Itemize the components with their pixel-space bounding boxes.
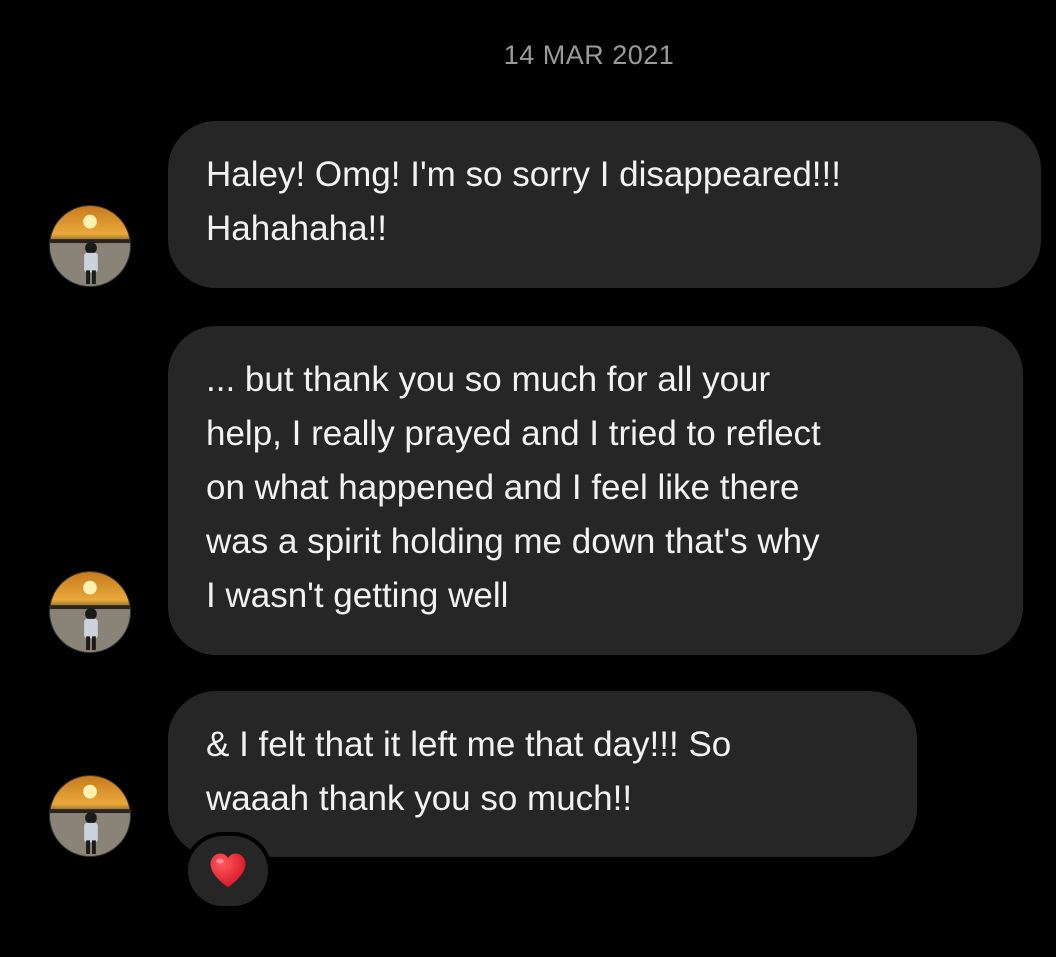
date-separator: 14 MAR 2021 <box>503 40 675 70</box>
message-text-line: waaah thank you so much!! <box>206 779 633 818</box>
message-bubble[interactable]: & I felt that it left me that day!!! So … <box>168 691 917 857</box>
message-text-line: was a spirit holding me down that's why <box>206 522 820 561</box>
sender-avatar[interactable] <box>49 775 131 857</box>
message-text-line: & I felt that it left me that day!!! So <box>206 725 732 764</box>
red-heart-icon <box>210 853 246 888</box>
sunset-profile-avatar-icon <box>50 776 130 856</box>
message-text-line: on what happened and I feel like there <box>206 468 800 507</box>
sender-avatar[interactable] <box>49 205 131 287</box>
message-text-line: Haley! Omg! I'm so sorry I disappeared!!… <box>206 155 841 194</box>
message-text-line: Hahahaha!! <box>206 209 387 248</box>
message-bubble[interactable]: ... but thank you so much for all your h… <box>168 326 1023 655</box>
heart-reaction[interactable] <box>184 832 272 910</box>
sunset-profile-avatar-icon <box>50 206 130 286</box>
sender-avatar[interactable] <box>49 571 131 653</box>
message-bubble[interactable]: Haley! Omg! I'm so sorry I disappeared!!… <box>168 121 1041 288</box>
sunset-profile-avatar-icon <box>50 572 130 652</box>
message-text-line: ... but thank you so much for all your <box>206 360 771 399</box>
message-text-line: I wasn't getting well <box>206 576 509 615</box>
message-text-line: help, I really prayed and I tried to ref… <box>206 414 821 453</box>
